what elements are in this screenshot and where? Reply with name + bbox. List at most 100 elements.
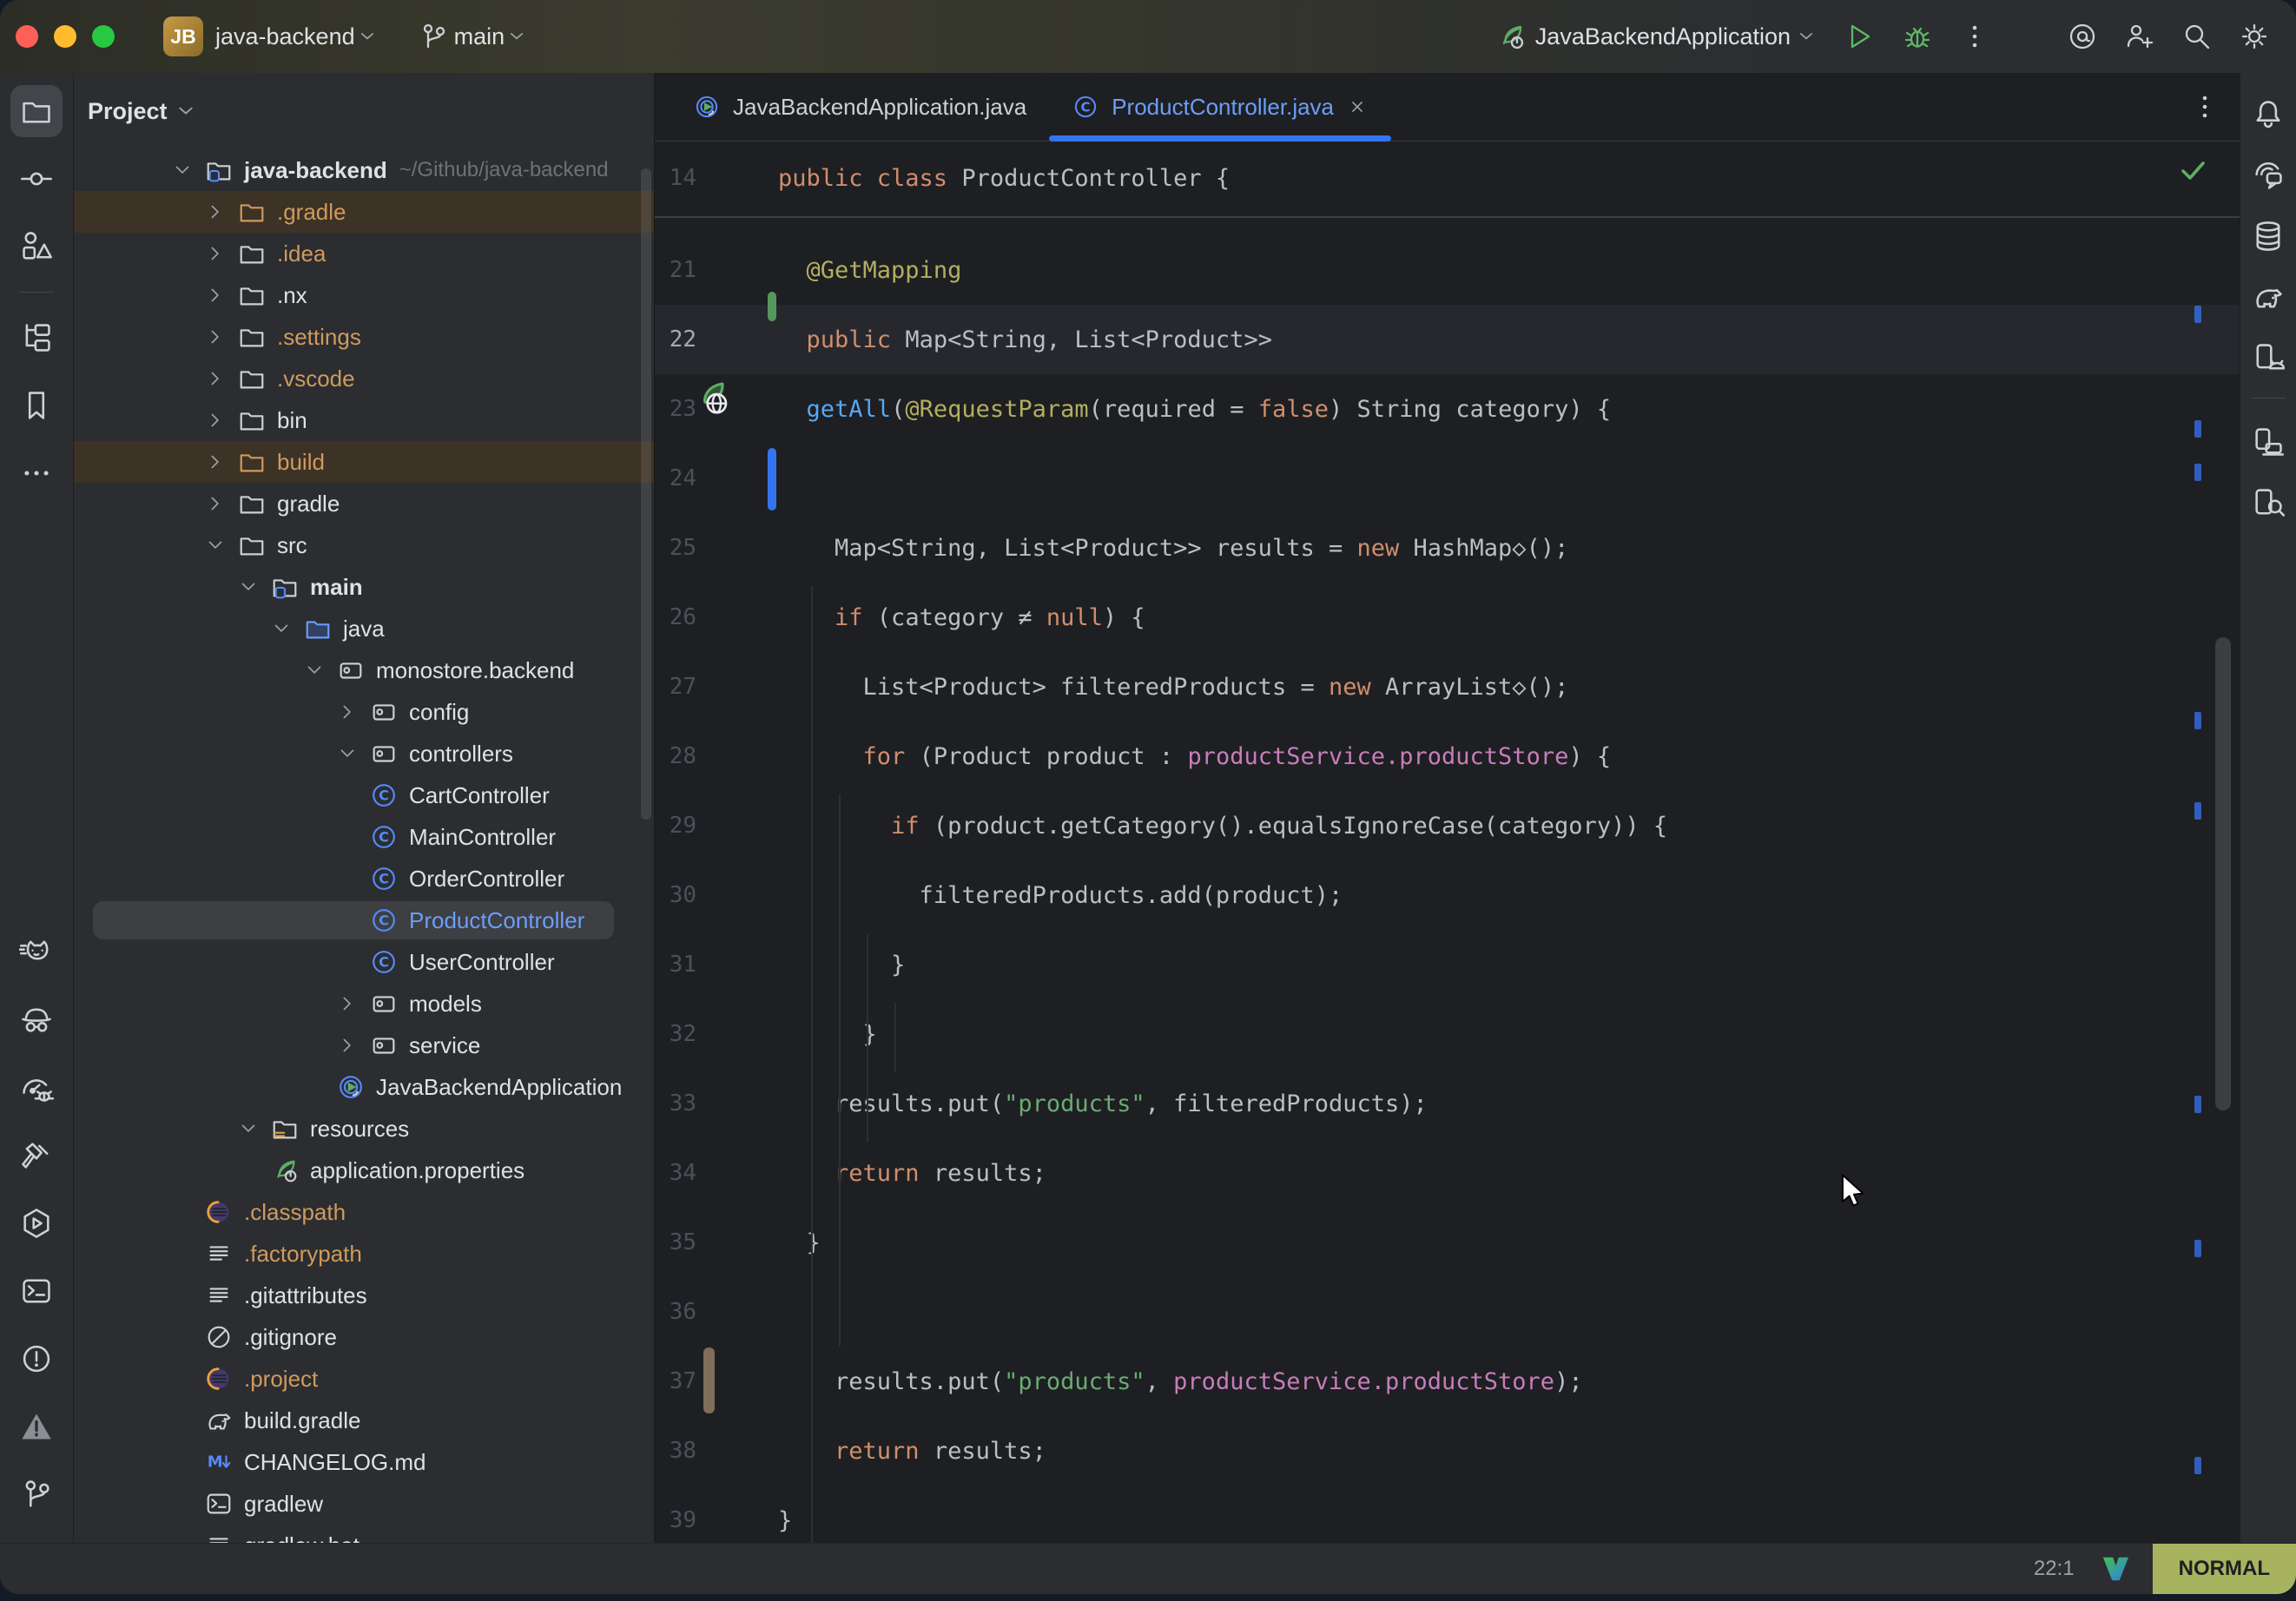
line-number[interactable]: 38: [655, 1438, 696, 1464]
tree-item-.vscode[interactable]: .vscode: [74, 358, 654, 399]
tree-item-monostore.backend[interactable]: monostore.backend: [74, 649, 654, 691]
app-logo[interactable]: JB: [163, 16, 203, 56]
tool-incognito-button[interactable]: [10, 994, 63, 1046]
tool-ai-assistant-button[interactable]: [2244, 151, 2293, 200]
inspection-check-icon[interactable]: [2177, 155, 2208, 186]
line-number[interactable]: 28: [655, 743, 696, 769]
stripe-change-mark[interactable]: [2194, 464, 2201, 481]
tool-device-explorer-button[interactable]: [2244, 478, 2293, 527]
tree-item-main[interactable]: main: [74, 566, 654, 608]
chevron-right-icon[interactable]: [204, 409, 237, 432]
chevron-down-icon[interactable]: [237, 1117, 270, 1140]
tree-item-.gitignore[interactable]: .gitignore: [74, 1316, 654, 1358]
chevron-right-icon[interactable]: [204, 242, 237, 265]
code-line-22[interactable]: 22 public Map<String, List<Product>>: [655, 305, 2240, 374]
tool-warnings-button[interactable]: [10, 1400, 63, 1453]
settings-gear-icon[interactable]: [2239, 21, 2270, 52]
code-line-36[interactable]: 36: [655, 1277, 2240, 1347]
line-number[interactable]: 27: [655, 674, 696, 700]
line-number[interactable]: 23: [655, 396, 696, 422]
tree-item-config[interactable]: config: [74, 691, 654, 733]
tree-item-CartController[interactable]: CCartController: [74, 774, 654, 816]
ai-assistant-icon[interactable]: [2067, 21, 2098, 52]
chevron-right-icon[interactable]: [336, 1034, 369, 1057]
chevron-right-icon[interactable]: [336, 992, 369, 1015]
tree-item-CHANGELOG.md[interactable]: MCHANGELOG.md: [74, 1441, 654, 1483]
tool-database-button[interactable]: [2244, 212, 2293, 260]
run-configuration-selector[interactable]: JavaBackendApplication: [1495, 21, 1818, 52]
close-icon[interactable]: [1346, 96, 1369, 118]
vim-mode-badge[interactable]: NORMAL: [2153, 1544, 2296, 1594]
tree-item-.settings[interactable]: .settings: [74, 316, 654, 358]
line-number[interactable]: 21: [655, 257, 696, 283]
tree-item-.project[interactable]: .project: [74, 1358, 654, 1400]
stripe-change-mark[interactable]: [2194, 802, 2201, 820]
tree-item-.gradle[interactable]: .gradle: [74, 191, 654, 233]
chevron-down-icon[interactable]: [237, 576, 270, 598]
line-number[interactable]: 14: [655, 165, 696, 191]
chevron-right-icon[interactable]: [204, 284, 237, 306]
tool-problems-button[interactable]: [10, 1333, 63, 1385]
sticky-line[interactable]: 14public class ProductController {: [655, 142, 2240, 218]
stripe-change-mark[interactable]: [2194, 1457, 2201, 1474]
tree-item-build.gradle[interactable]: build.gradle: [74, 1400, 654, 1441]
line-number[interactable]: 36: [655, 1299, 696, 1325]
line-number[interactable]: 39: [655, 1507, 696, 1533]
tree-item-.gitattributes[interactable]: .gitattributes: [74, 1275, 654, 1316]
tool-hierarchy-button[interactable]: [10, 312, 63, 364]
code-line-33[interactable]: 33 results.put("products", filteredProdu…: [655, 1069, 2240, 1138]
endpoint-gutter-slot[interactable]: [691, 377, 733, 423]
chevron-down-icon[interactable]: [303, 659, 336, 682]
chevron-right-icon[interactable]: [204, 451, 237, 473]
code-line-32[interactable]: 32 }: [655, 999, 2240, 1069]
chevron-right-icon[interactable]: [204, 201, 237, 223]
tree-item-application.properties[interactable]: application.properties: [74, 1150, 654, 1191]
chevron-down-icon[interactable]: [336, 742, 369, 765]
code-line-28[interactable]: 28 for (Product product : productService…: [655, 721, 2240, 791]
tool-structure-button[interactable]: [10, 221, 63, 273]
debug-icon[interactable]: [1902, 21, 1933, 52]
vcs-widget[interactable]: main: [418, 21, 530, 52]
tree-item-MainController[interactable]: CMainController: [74, 816, 654, 858]
tool-project-button[interactable]: [10, 85, 63, 137]
tree-item-src[interactable]: src: [74, 524, 654, 566]
editor-options-button[interactable]: [2189, 73, 2240, 141]
tool-more-button[interactable]: [10, 447, 63, 499]
tree-item-.factorypath[interactable]: .factorypath: [74, 1233, 654, 1275]
chevron-right-icon[interactable]: [204, 492, 237, 515]
line-number[interactable]: 22: [655, 326, 696, 352]
code-line-37[interactable]: 37 results.put("products", productServic…: [655, 1347, 2240, 1416]
tool-git-button[interactable]: [10, 1468, 63, 1520]
line-number[interactable]: 24: [655, 465, 696, 491]
vim-icon[interactable]: [2101, 1554, 2130, 1584]
tree-item-resources[interactable]: resources: [74, 1108, 654, 1150]
stripe-change-mark[interactable]: [2194, 306, 2201, 323]
tree-item-gradlew[interactable]: gradlew: [74, 1483, 654, 1525]
minimize-window-button[interactable]: [54, 25, 76, 48]
line-number[interactable]: 30: [655, 882, 696, 908]
line-number[interactable]: 32: [655, 1021, 696, 1047]
line-number[interactable]: 37: [655, 1368, 696, 1394]
stripe-change-mark[interactable]: [2194, 1096, 2201, 1113]
tree-item-build[interactable]: build: [74, 441, 654, 483]
tree-item-JavaBackendApplication[interactable]: JavaBackendApplication: [74, 1066, 654, 1108]
search-icon[interactable]: [2181, 21, 2213, 52]
editor-scrollbar[interactable]: [2215, 637, 2231, 1110]
line-number[interactable]: 25: [655, 535, 696, 561]
tab-productcontroller[interactable]: C ProductController.java: [1049, 73, 1391, 141]
close-window-button[interactable]: [16, 25, 38, 48]
caret-position[interactable]: 22:1: [2034, 1557, 2075, 1581]
project-widget[interactable]: java-backend: [203, 23, 379, 50]
tree-item-controllers[interactable]: controllers: [74, 733, 654, 774]
tree-item-.nx[interactable]: .nx: [74, 274, 654, 316]
tree-item-UserController[interactable]: CUserController: [74, 941, 654, 983]
tree-item-service[interactable]: service: [74, 1025, 654, 1066]
line-number[interactable]: 34: [655, 1160, 696, 1186]
tree-item-ProductController[interactable]: CProductController: [74, 899, 654, 941]
code-line-27[interactable]: 27 List<Product> filteredProducts = new …: [655, 652, 2240, 721]
tool-build-button[interactable]: [10, 1130, 63, 1182]
chevron-down-icon[interactable]: [204, 534, 237, 557]
tab-javabackendapplication[interactable]: JavaBackendApplication.java: [670, 73, 1049, 141]
tree-item-java-backend[interactable]: java-backend~/Github/java-backend: [74, 149, 654, 191]
code-line-24[interactable]: 24: [655, 444, 2240, 513]
